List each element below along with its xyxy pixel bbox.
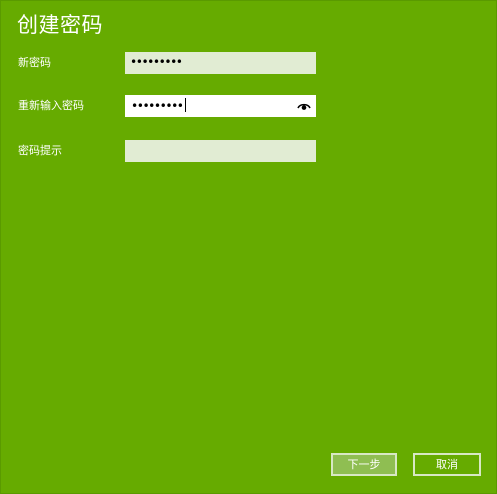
text-caret	[184, 98, 186, 112]
password-hint-label: 密码提示	[18, 144, 62, 157]
next-button[interactable]: 下一步	[331, 453, 397, 476]
create-password-dialog: 创建密码 新密码 ••••••••• 重新输入密码 ••••••••• 密码提示…	[0, 0, 497, 494]
page-title: 创建密码	[17, 13, 103, 37]
new-password-label: 新密码	[18, 56, 51, 69]
new-password-value: •••••••••	[130, 55, 183, 69]
reenter-password-label: 重新输入密码	[18, 99, 84, 112]
password-hint-field[interactable]	[125, 140, 316, 162]
reenter-password-value-wrap: •••••••••	[131, 96, 186, 118]
new-password-field[interactable]: •••••••••	[125, 52, 316, 74]
cancel-button[interactable]: 取消	[413, 453, 481, 476]
reenter-password-field[interactable]: •••••••••	[125, 95, 316, 117]
reenter-password-value: •••••••••	[131, 99, 184, 113]
eye-icon[interactable]	[297, 101, 311, 111]
